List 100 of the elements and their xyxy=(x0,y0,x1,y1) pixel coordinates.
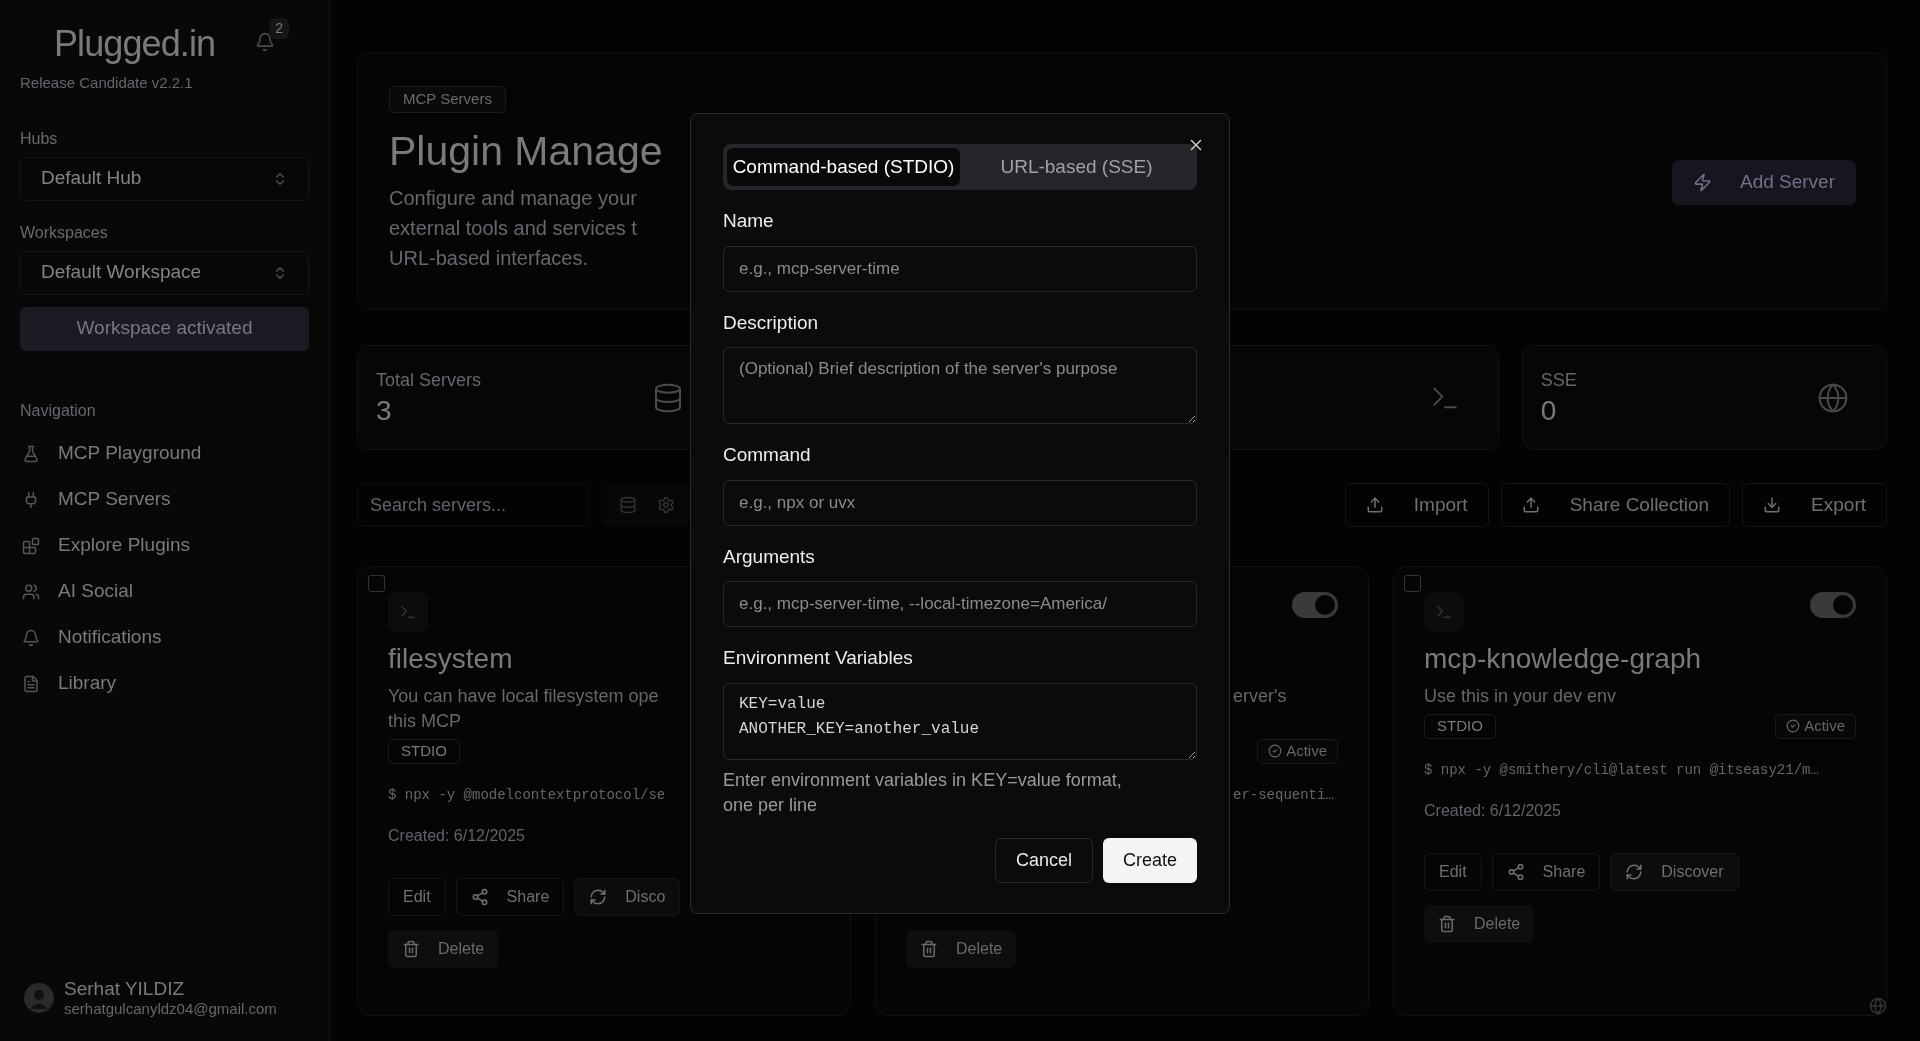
globe-icon[interactable] xyxy=(1869,997,1887,1015)
trash-icon xyxy=(1438,915,1456,933)
select-label: Hubs xyxy=(20,128,59,149)
user-email: serhatgulcanyldz04@gmail.com xyxy=(64,1000,277,1019)
stat-value: 0 xyxy=(1540,394,1558,428)
card-action-button[interactable]: Share xyxy=(455,878,565,916)
field-label: Description xyxy=(723,310,820,335)
field-label: Name xyxy=(723,209,775,233)
database-icon[interactable] xyxy=(619,496,637,514)
nav-item[interactable]: Explore Plugins xyxy=(20,522,309,569)
create-button[interactable]: Create xyxy=(1102,837,1197,883)
terminal-tile-icon xyxy=(1424,592,1464,632)
blocks-icon xyxy=(22,536,40,555)
download-icon xyxy=(1763,496,1782,514)
server-description: Use this in your dev env xyxy=(1424,685,1617,708)
users-icon xyxy=(22,582,40,601)
delete-button[interactable]: Delete xyxy=(906,930,1017,968)
server-name: mcp-knowledge-graph xyxy=(1424,643,1702,674)
server-name: filesystem xyxy=(388,643,513,674)
version-text: Release Candidate v2.2.1 xyxy=(20,73,194,93)
tab[interactable]: Command-based (STDIO) xyxy=(727,148,960,186)
share-icon xyxy=(1506,863,1525,881)
page-title: Plugin Manage xyxy=(389,127,663,176)
dropdown-select[interactable]: Default Workspace xyxy=(20,250,309,295)
toolbar-button[interactable]: Import xyxy=(1344,483,1489,527)
avatar-icon xyxy=(24,982,54,1013)
notification-bell-icon[interactable] xyxy=(255,32,276,52)
toggle-switch[interactable] xyxy=(1810,592,1856,618)
type-tag: STDIO xyxy=(388,738,460,764)
section-heading: Navigation xyxy=(20,400,97,421)
checkbox[interactable] xyxy=(1404,575,1421,592)
page-description: URL-based interfaces. xyxy=(389,246,589,271)
flask-icon xyxy=(22,444,40,463)
section-badge: MCP Servers xyxy=(389,86,506,113)
document-icon xyxy=(22,674,40,693)
card-action-button[interactable]: Edit xyxy=(388,878,446,916)
field-label: Environment Variables xyxy=(723,646,914,670)
tab[interactable]: URL-based (SSE) xyxy=(960,148,1193,186)
field-label: Arguments xyxy=(723,544,816,569)
input-field[interactable]: e.g., mcp-server-time xyxy=(723,245,1197,292)
dropdown-select[interactable]: Default Hub xyxy=(20,156,309,201)
toolbar-button[interactable]: Share Collection xyxy=(1500,483,1731,527)
stat-value: 3 xyxy=(376,394,393,428)
card-action-button[interactable]: Edit xyxy=(1424,853,1482,891)
terminal-tile-icon xyxy=(388,592,428,632)
stat-label: Total Servers xyxy=(376,369,482,392)
app-logo: Plugged.in xyxy=(54,22,216,66)
globe-icon xyxy=(1817,381,1849,414)
refresh-icon xyxy=(589,888,608,906)
trash-icon xyxy=(402,940,420,958)
textarea-field[interactable]: KEY=value ANOTHER_KEY=another_value xyxy=(723,682,1197,760)
refresh-icon xyxy=(1625,863,1644,881)
field-label: Command xyxy=(723,443,812,467)
page-description: external tools and services t xyxy=(389,216,637,241)
nav-item[interactable]: MCP Servers xyxy=(20,476,309,523)
input-field[interactable]: e.g., npx or uvx xyxy=(723,479,1197,526)
server-description: You can have local filesystem ope xyxy=(388,685,659,708)
created-date: Created: 6/12/2025 xyxy=(388,827,525,844)
upload-icon xyxy=(1365,496,1384,514)
user-name: Serhat YILDIZ xyxy=(64,976,186,1001)
upload-icon xyxy=(1521,496,1540,514)
server-description: erver's xyxy=(1233,685,1287,708)
type-tag: STDIO xyxy=(1424,713,1496,739)
share-icon xyxy=(470,888,489,906)
notification-count: 2 xyxy=(269,18,289,39)
nav-item[interactable]: AI Social xyxy=(20,568,309,615)
card-action-button[interactable]: Discover xyxy=(1610,853,1739,891)
add-server-button[interactable]: Add Server xyxy=(1672,160,1856,205)
stat-label: SSE xyxy=(1540,369,1577,392)
delete-button[interactable]: Delete xyxy=(1424,905,1535,943)
command-text: er-sequenti… xyxy=(1233,787,1334,803)
card-action-button[interactable]: Disco xyxy=(574,878,681,916)
lightning-icon xyxy=(1692,173,1712,192)
help-text: Enter environment variables in KEY=value format, one per line xyxy=(723,768,1123,817)
card-action-button[interactable]: Share xyxy=(1491,853,1601,891)
check-circle-icon xyxy=(1786,719,1801,733)
select-label: Workspaces xyxy=(20,222,109,243)
status-tag: Active xyxy=(1775,713,1856,739)
delete-button[interactable]: Delete xyxy=(388,930,499,968)
nav-item[interactable]: Notifications xyxy=(20,614,309,661)
created-date: Created: 6/12/2025 xyxy=(1424,802,1561,819)
cancel-button[interactable]: Cancel xyxy=(994,837,1093,883)
bell-icon xyxy=(22,628,40,647)
workspace-activated-button[interactable]: Workspace activated xyxy=(20,306,309,351)
command-text: $ npx -y @smithery/cli@latest run @itseasy21/m… xyxy=(1424,762,1819,778)
page-description: Configure and manage your xyxy=(389,186,637,211)
nav-item[interactable]: MCP Playground xyxy=(20,430,309,477)
check-circle-icon xyxy=(1268,744,1283,758)
status-tag: Active xyxy=(1257,738,1338,764)
toolbar-button[interactable]: Export xyxy=(1742,483,1887,527)
search-field[interactable]: Search servers... xyxy=(357,484,589,526)
server-description: this MCP xyxy=(388,710,461,733)
toggle-switch[interactable] xyxy=(1292,592,1338,618)
nav-item[interactable]: Library xyxy=(20,660,309,707)
settings-icon[interactable] xyxy=(657,496,675,514)
checkbox[interactable] xyxy=(368,575,385,592)
command-text: $ npx -y @modelcontextprotocol/se xyxy=(388,787,666,803)
input-field[interactable]: e.g., mcp-server-time, --local-timezone=America/ xyxy=(723,581,1197,627)
textarea-field[interactable]: (Optional) Brief description of the server's purpose xyxy=(723,347,1197,424)
trash-icon xyxy=(920,940,938,958)
